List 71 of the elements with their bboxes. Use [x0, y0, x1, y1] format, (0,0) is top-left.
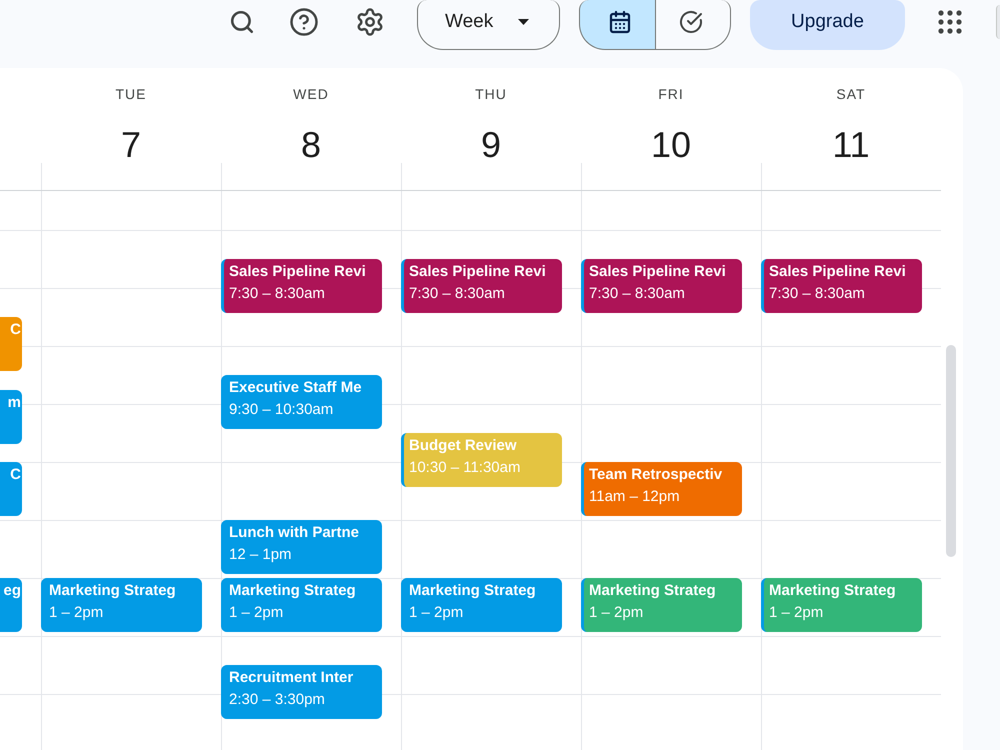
caret-down-icon: [518, 18, 529, 24]
event-time: 7:30 – 8:30am: [229, 284, 325, 304]
tasks-view-toggle[interactable]: [655, 0, 731, 50]
event-block[interactable]: C: [0, 462, 22, 516]
event-time: 10:30 – 11:30am: [409, 458, 520, 478]
event-title: Marketing Strateg: [589, 581, 716, 601]
event-block[interactable]: Executive Staff Me 9:30 – 10:30am: [221, 375, 382, 429]
calendar-icon: [608, 10, 632, 34]
event-title: Marketing Strateg: [229, 581, 356, 601]
day-number[interactable]: 7: [120, 127, 142, 163]
event-title: Recruitment Inter: [229, 668, 354, 688]
day-number[interactable]: 8: [300, 127, 322, 163]
event-title: Sales Pipeline Revi: [589, 262, 726, 282]
event-title: eg: [3, 581, 21, 601]
event-title: Lunch with Partne: [229, 523, 360, 543]
event-title: Sales Pipeline Revi: [229, 262, 366, 282]
search-icon: [229, 9, 255, 35]
event-title: C: [10, 465, 21, 485]
event-time: 7:30 – 8:30am: [409, 284, 505, 304]
event-block[interactable]: Marketing Strateg 1 – 2pm: [221, 578, 382, 632]
event-time: 9:30 – 10:30am: [229, 400, 334, 420]
day-number[interactable]: 9: [480, 127, 502, 163]
event-time: 7:30 – 8:30am: [589, 284, 685, 304]
event-time: 1 – 2pm: [229, 603, 284, 623]
event-time: 12 – 1pm: [229, 545, 292, 565]
upgrade-button[interactable]: Upgrade: [750, 0, 905, 50]
event-block[interactable]: Sales Pipeline Revi 7:30 – 8:30am: [581, 259, 742, 313]
event-time: 1 – 2pm: [589, 603, 644, 623]
event-time: 1 – 2pm: [769, 603, 824, 623]
weekday-label: SAT: [836, 85, 866, 104]
event-title: Executive Staff Me: [229, 378, 362, 398]
event-time: 1 – 2pm: [409, 603, 464, 623]
event-block[interactable]: Marketing Strateg 1 – 2pm: [401, 578, 562, 632]
weekday-label: WED: [293, 85, 329, 104]
event-time: 11am – 12pm: [589, 487, 680, 507]
event-block[interactable]: C: [0, 317, 22, 371]
event-block[interactable]: Sales Pipeline Revi 7:30 – 8:30am: [221, 259, 382, 313]
weekday-label: THU: [475, 85, 507, 104]
event-block[interactable]: Recruitment Inter 2:30 – 3:30pm: [221, 665, 382, 719]
event-title: Marketing Strateg: [49, 581, 176, 601]
event-block[interactable]: eg: [0, 578, 22, 632]
settings-icon: [355, 7, 385, 37]
event-title: Marketing Strateg: [769, 581, 896, 601]
day-number[interactable]: 10: [650, 127, 692, 163]
event-time: 7:30 – 8:30am: [769, 284, 865, 304]
check-circle-icon: [679, 10, 703, 34]
weekday-label: FRI: [658, 85, 684, 104]
event-block[interactable]: Team Retrospectiv 11am – 12pm: [581, 462, 742, 516]
event-time: 2:30 – 3:30pm: [229, 690, 325, 710]
event-time: 1 – 2pm: [49, 603, 104, 623]
help-icon: [289, 7, 319, 37]
event-title: Marketing Strateg: [409, 581, 536, 601]
event-block[interactable]: m: [0, 390, 22, 444]
event-title: m: [8, 392, 21, 412]
event-block[interactable]: Marketing Strateg 1 – 2pm: [41, 578, 202, 632]
event-block[interactable]: Sales Pipeline Revi 7:30 – 8:30am: [761, 259, 922, 313]
weekday-label: TUE: [116, 85, 146, 104]
event-block[interactable]: Sales Pipeline Revi 7:30 – 8:30am: [401, 259, 562, 313]
event-title: C: [10, 320, 21, 340]
apps-grid-icon: [938, 10, 962, 34]
event-title: Sales Pipeline Revi: [769, 262, 906, 282]
event-title: Sales Pipeline Revi: [409, 262, 546, 282]
calendar-view-toggle[interactable]: [579, 0, 655, 50]
day-number[interactable]: 11: [832, 127, 870, 163]
scrollbar-thumb[interactable]: [946, 345, 956, 557]
event-block[interactable]: Marketing Strateg 1 – 2pm: [761, 578, 922, 632]
event-block[interactable]: Marketing Strateg 1 – 2pm: [581, 578, 742, 632]
event-block[interactable]: Budget Review 10:30 – 11:30am: [401, 433, 562, 487]
event-block[interactable]: Lunch with Partne 12 – 1pm: [221, 520, 382, 574]
event-title: Team Retrospectiv: [589, 465, 722, 485]
event-title: Budget Review: [409, 436, 517, 456]
